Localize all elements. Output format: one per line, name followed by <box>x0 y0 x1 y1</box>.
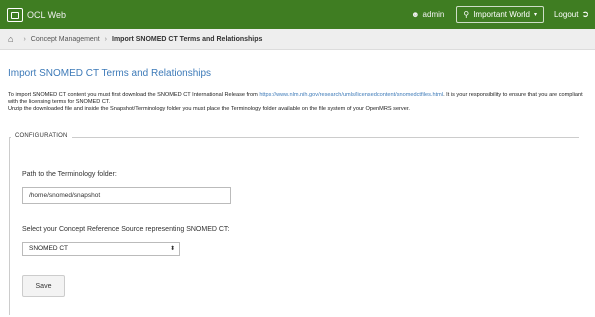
save-button[interactable]: Save <box>22 275 65 297</box>
breadcrumb-separator: › <box>104 35 108 43</box>
logo-icon <box>7 7 23 22</box>
source-label: Select your Concept Reference Source rep… <box>22 226 230 233</box>
reference-source-select[interactable]: SNOMED CT ⬍ <box>22 242 180 256</box>
map-marker-icon: ⚲ <box>463 10 470 19</box>
select-arrows-icon: ⬍ <box>169 246 175 252</box>
select-value: SNOMED CT <box>29 245 68 252</box>
configuration-legend: CONFIGURATION <box>11 133 72 139</box>
chevron-down-icon: ▾ <box>533 12 537 18</box>
workspace-dropdown[interactable]: ⚲ Important World ▾ <box>456 6 544 23</box>
username: admin <box>422 10 445 19</box>
intro-text: To import SNOMED CT content you must fir… <box>8 92 260 98</box>
app-name: OCL Web <box>27 9 67 20</box>
terminology-path-input[interactable] <box>22 187 231 204</box>
logout-arrow-icon: ➲ <box>581 9 589 19</box>
breadcrumb: ⌂ › Concept Management › Import SNOMED C… <box>0 29 595 50</box>
user-menu[interactable]: ☻ admin <box>411 10 444 19</box>
intro-line-2: Unzip the downloaded file and inside the… <box>8 106 410 112</box>
home-icon[interactable]: ⌂ <box>8 34 13 44</box>
snomed-download-link[interactable]: https://www.nlm.nih.gov/research/umls/li… <box>259 92 443 98</box>
page-title: Import SNOMED CT Terms and Relationships <box>8 68 212 79</box>
person-icon: ☻ <box>411 10 420 19</box>
page-description: To import SNOMED CT content you must fir… <box>8 92 586 113</box>
breadcrumb-item-concept-management[interactable]: Concept Management <box>31 36 100 43</box>
top-navbar: OCL Web ☻ admin ⚲ Important World ▾ Logo… <box>0 0 595 29</box>
logout-label: Logout <box>553 10 579 19</box>
app-logo[interactable]: OCL Web <box>7 7 66 22</box>
navbar-right: ☻ admin ⚲ Important World ▾ Logout ➲ <box>411 0 595 29</box>
logout-link[interactable]: Logout ➲ <box>554 9 589 20</box>
breadcrumb-separator: › <box>23 35 26 43</box>
workspace-label: Important World <box>473 10 530 19</box>
breadcrumb-item-current: Import SNOMED CT Terms and Relationships <box>112 35 263 43</box>
path-label: Path to the Terminology folder: <box>22 171 117 178</box>
